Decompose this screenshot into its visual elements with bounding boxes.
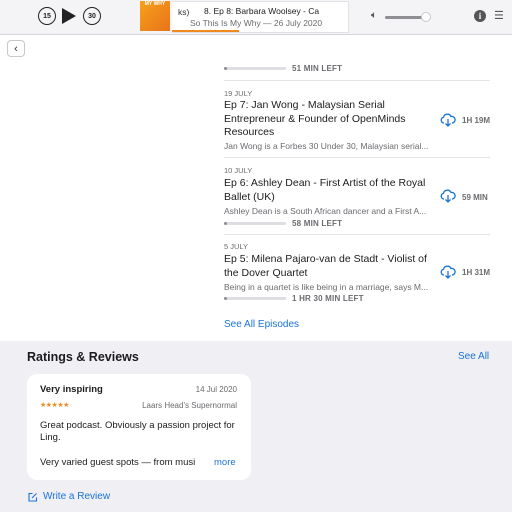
- episode-divider: [224, 234, 490, 235]
- volume-slider[interactable]: [385, 12, 432, 22]
- episode-date: 10 JULY: [224, 166, 253, 175]
- artwork-text: MY WHY: [144, 1, 166, 7]
- star-rating: ★★★★★: [40, 402, 69, 409]
- player-bar: 15 30 MY WHY ks) 8. Ep 8: Barbara Woolse…: [0, 0, 512, 35]
- episode-progress-bar: [224, 297, 286, 300]
- episode-divider: [224, 80, 490, 81]
- review-body-continued: Very varied guest spots — from musi: [40, 457, 196, 468]
- ratings-see-all-link[interactable]: See All: [458, 351, 489, 362]
- chevron-left-icon: ‹: [14, 42, 18, 55]
- episode-progress-fill: [224, 222, 228, 225]
- episode-time-left: 51 MIN LEFT: [292, 64, 343, 73]
- ratings-title: Ratings & Reviews: [27, 350, 139, 364]
- now-playing-title: 8. Ep 8: Barbara Woolsey - Ca: [204, 6, 320, 16]
- skip-forward-button[interactable]: 30: [83, 7, 101, 25]
- episode-duration: 1H 31M: [462, 268, 491, 277]
- now-playing-panel[interactable]: ks) 8. Ep 8: Barbara Woolsey - Ca So Thi…: [172, 1, 349, 33]
- cloud-download-icon[interactable]: [440, 113, 456, 127]
- review-date: 14 Jul 2020: [195, 385, 237, 394]
- episode-date: 19 JULY: [224, 89, 253, 98]
- episode-time-left: 1 HR 30 MIN LEFT: [292, 294, 364, 303]
- episode-duration: 1H 19M: [462, 116, 491, 125]
- cloud-download-icon[interactable]: [440, 265, 456, 279]
- episode-title[interactable]: Ep 7: Jan Wong - Malaysian Serial Entrep…: [224, 99, 436, 140]
- skip-forward-seconds: 30: [88, 12, 96, 20]
- episode-description: Jan Wong is a Forbes 30 Under 30, Malays…: [224, 141, 429, 151]
- queue-list-icon[interactable]: ☰: [494, 11, 504, 22]
- ratings-reviews-section: Ratings & Reviews See All Very inspiring…: [0, 341, 512, 512]
- info-icon[interactable]: i: [474, 10, 486, 22]
- write-review-button[interactable]: Write a Review: [28, 491, 110, 502]
- episode-description: Ashley Dean is a South African dancer an…: [224, 206, 427, 216]
- see-all-episodes-link[interactable]: See All Episodes: [224, 319, 299, 330]
- episode-progress-fill: [224, 67, 228, 70]
- episode-date: 5 JULY: [224, 242, 249, 251]
- episode-artwork[interactable]: MY WHY: [140, 1, 170, 31]
- compose-icon: [28, 492, 38, 502]
- review-body: Great podcast. Obviously a passion proje…: [40, 420, 235, 443]
- write-review-label: Write a Review: [43, 491, 111, 502]
- now-playing-subtitle: So This Is My Why — 26 July 2020: [190, 18, 323, 28]
- episode-time-left: 58 MIN LEFT: [292, 219, 343, 228]
- episode-progress-bar: [224, 67, 286, 70]
- volume-knob[interactable]: [421, 12, 432, 22]
- playback-progress-bar[interactable]: [172, 30, 239, 32]
- review-more-link[interactable]: more: [214, 457, 236, 468]
- episode-description: Being in a quartet is like being in a ma…: [224, 282, 429, 292]
- cloud-download-icon[interactable]: [440, 189, 456, 203]
- skip-back-button[interactable]: 15: [38, 7, 56, 25]
- skip-back-seconds: 15: [43, 12, 51, 20]
- back-button[interactable]: ‹: [7, 40, 25, 57]
- review-card[interactable]: Very inspiring 14 Jul 2020 ★★★★★ Laars H…: [27, 374, 251, 480]
- play-button[interactable]: [62, 8, 76, 24]
- volume-icon: 🔈︎: [371, 10, 377, 21]
- episode-title[interactable]: Ep 6: Ashley Dean - First Artist of the …: [224, 177, 436, 204]
- episode-duration: 59 MIN: [462, 193, 488, 202]
- review-author: Laars Head's Supernormal: [142, 401, 237, 410]
- episode-title[interactable]: Ep 5: Milena Pajaro-van de Stadt - Violi…: [224, 253, 436, 280]
- review-title: Very inspiring: [40, 384, 103, 395]
- volume-fill: [385, 16, 427, 19]
- now-playing-lead-text: ks): [178, 7, 190, 17]
- episode-divider: [224, 157, 490, 158]
- episode-progress-bar: [224, 222, 286, 225]
- episode-progress-fill: [224, 297, 228, 300]
